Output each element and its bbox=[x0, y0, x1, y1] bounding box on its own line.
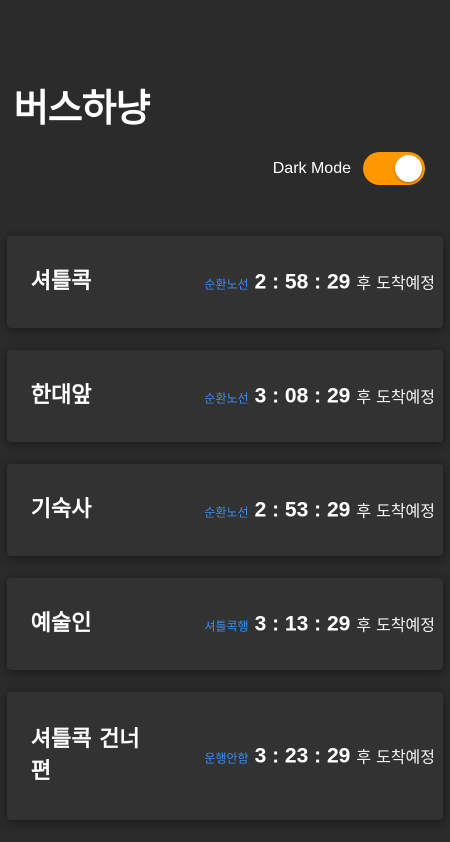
route-label: 운행안함 bbox=[204, 751, 249, 766]
arrival-suffix: 후 도착예정 bbox=[356, 747, 435, 767]
route-label: 순환노선 bbox=[204, 277, 249, 292]
arrival-suffix: 후 도착예정 bbox=[356, 615, 435, 635]
stop-card-dormitory[interactable]: 기숙사 순환노선 2 : 53 : 29 후 도착예정 bbox=[7, 464, 443, 556]
route-label: 셔틀콕행 bbox=[204, 619, 249, 634]
arrival-time: 3 : 08 : 29 bbox=[254, 384, 351, 408]
dark-mode-label: Dark Mode bbox=[272, 159, 351, 177]
arrival-time: 2 : 53 : 29 bbox=[254, 498, 351, 522]
bus-stop-list: 셔틀콕 순환노선 2 : 58 : 29 후 도착예정 한대앞 순환노선 3 :… bbox=[7, 236, 443, 842]
arrival-info: 셔틀콕행 3 : 13 : 29 후 도착예정 bbox=[204, 612, 435, 637]
stop-card-handae-station[interactable]: 한대앞 순환노선 3 : 08 : 29 후 도착예정 bbox=[7, 350, 443, 442]
dark-mode-toggle[interactable] bbox=[363, 152, 425, 185]
app-title: 버스하냥 bbox=[14, 86, 151, 130]
stop-name: 예술인 bbox=[31, 611, 92, 636]
arrival-time: 3 : 13 : 29 bbox=[254, 612, 351, 636]
stop-name: 셔틀콕 건너편 bbox=[31, 727, 140, 784]
toggle-knob bbox=[395, 155, 422, 182]
arrival-time: 2 : 58 : 29 bbox=[254, 270, 351, 294]
route-label: 순환노선 bbox=[204, 391, 249, 406]
arrival-suffix: 후 도착예정 bbox=[356, 273, 435, 293]
arrival-info: 운행안함 3 : 23 : 29 후 도착예정 bbox=[204, 744, 435, 769]
arrival-info: 순환노선 2 : 58 : 29 후 도착예정 bbox=[204, 270, 435, 295]
dark-mode-row: Dark Mode bbox=[273, 152, 425, 185]
stop-name: 한대앞 bbox=[31, 383, 92, 408]
arrival-suffix: 후 도착예정 bbox=[356, 501, 435, 521]
stop-name: 셔틀콕 bbox=[31, 269, 92, 294]
stop-card-shuttlecock[interactable]: 셔틀콕 순환노선 2 : 58 : 29 후 도착예정 bbox=[7, 236, 443, 328]
route-label: 순환노선 bbox=[204, 505, 249, 520]
stop-card-artist-village[interactable]: 예술인 셔틀콕행 3 : 13 : 29 후 도착예정 bbox=[7, 578, 443, 670]
stop-name: 기숙사 bbox=[31, 497, 92, 522]
arrival-info: 순환노선 2 : 53 : 29 후 도착예정 bbox=[204, 498, 435, 523]
arrival-suffix: 후 도착예정 bbox=[356, 387, 435, 407]
stop-card-shuttlecock-opposite[interactable]: 셔틀콕 건너편 운행안함 3 : 23 : 29 후 도착예정 bbox=[7, 692, 443, 820]
arrival-info: 순환노선 3 : 08 : 29 후 도착예정 bbox=[204, 384, 435, 409]
arrival-time: 3 : 23 : 29 bbox=[254, 744, 351, 768]
